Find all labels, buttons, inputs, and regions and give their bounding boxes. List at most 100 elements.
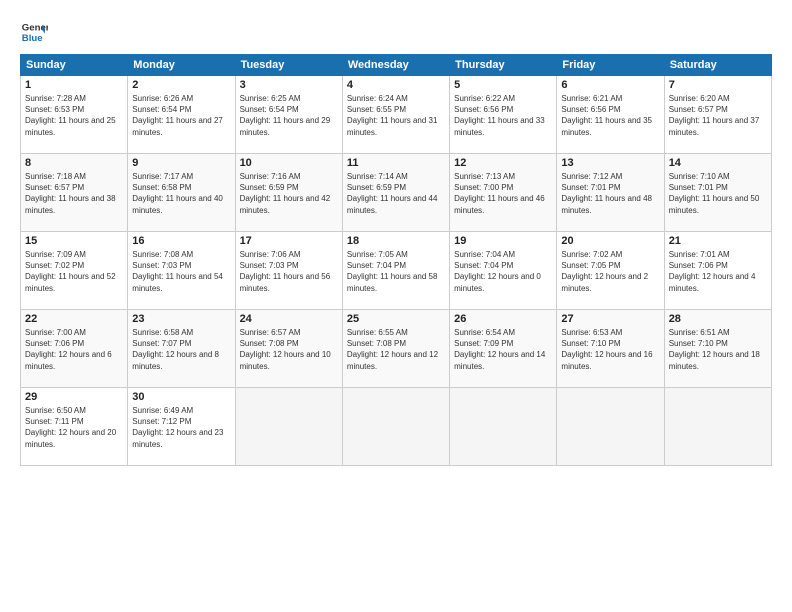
day-info: Sunrise: 6:25 AMSunset: 6:54 PMDaylight:… [240,93,338,138]
table-row: 17 Sunrise: 7:06 AMSunset: 7:03 PMDaylig… [235,232,342,310]
day-number: 25 [347,313,445,325]
table-row [450,388,557,466]
day-number: 15 [25,235,123,247]
day-number: 5 [454,79,552,91]
day-info: Sunrise: 7:08 AMSunset: 7:03 PMDaylight:… [132,249,230,294]
day-info: Sunrise: 6:57 AMSunset: 7:08 PMDaylight:… [240,327,338,372]
table-row: 14 Sunrise: 7:10 AMSunset: 7:01 PMDaylig… [664,154,771,232]
logo-icon: General Blue [20,18,48,46]
logo: General Blue [20,18,52,46]
table-row: 1 Sunrise: 7:28 AMSunset: 6:53 PMDayligh… [21,76,128,154]
table-row: 20 Sunrise: 7:02 AMSunset: 7:05 PMDaylig… [557,232,664,310]
day-info: Sunrise: 7:16 AMSunset: 6:59 PMDaylight:… [240,171,338,216]
table-row: 6 Sunrise: 6:21 AMSunset: 6:56 PMDayligh… [557,76,664,154]
day-number: 19 [454,235,552,247]
day-number: 7 [669,79,767,91]
header: General Blue [20,18,772,46]
day-info: Sunrise: 6:21 AMSunset: 6:56 PMDaylight:… [561,93,659,138]
day-info: Sunrise: 7:00 AMSunset: 7:06 PMDaylight:… [25,327,123,372]
table-row [235,388,342,466]
day-info: Sunrise: 6:22 AMSunset: 6:56 PMDaylight:… [454,93,552,138]
day-number: 16 [132,235,230,247]
day-number: 1 [25,79,123,91]
table-row [557,388,664,466]
day-info: Sunrise: 6:24 AMSunset: 6:55 PMDaylight:… [347,93,445,138]
day-number: 23 [132,313,230,325]
calendar-week-5: 29 Sunrise: 6:50 AMSunset: 7:11 PMDaylig… [21,388,772,466]
day-number: 2 [132,79,230,91]
calendar-week-2: 8 Sunrise: 7:18 AMSunset: 6:57 PMDayligh… [21,154,772,232]
day-info: Sunrise: 7:12 AMSunset: 7:01 PMDaylight:… [561,171,659,216]
table-row: 27 Sunrise: 6:53 AMSunset: 7:10 PMDaylig… [557,310,664,388]
header-tuesday: Tuesday [235,55,342,76]
header-thursday: Thursday [450,55,557,76]
calendar-week-1: 1 Sunrise: 7:28 AMSunset: 6:53 PMDayligh… [21,76,772,154]
table-row: 15 Sunrise: 7:09 AMSunset: 7:02 PMDaylig… [21,232,128,310]
day-number: 28 [669,313,767,325]
day-info: Sunrise: 7:05 AMSunset: 7:04 PMDaylight:… [347,249,445,294]
day-info: Sunrise: 7:01 AMSunset: 7:06 PMDaylight:… [669,249,767,294]
day-number: 21 [669,235,767,247]
day-info: Sunrise: 7:14 AMSunset: 6:59 PMDaylight:… [347,171,445,216]
table-row [664,388,771,466]
day-info: Sunrise: 7:28 AMSunset: 6:53 PMDaylight:… [25,93,123,138]
header-friday: Friday [557,55,664,76]
day-number: 4 [347,79,445,91]
day-number: 24 [240,313,338,325]
day-number: 22 [25,313,123,325]
weekday-header-row: Sunday Monday Tuesday Wednesday Thursday… [21,55,772,76]
header-saturday: Saturday [664,55,771,76]
table-row: 11 Sunrise: 7:14 AMSunset: 6:59 PMDaylig… [342,154,449,232]
table-row: 23 Sunrise: 6:58 AMSunset: 7:07 PMDaylig… [128,310,235,388]
table-row: 22 Sunrise: 7:00 AMSunset: 7:06 PMDaylig… [21,310,128,388]
table-row: 28 Sunrise: 6:51 AMSunset: 7:10 PMDaylig… [664,310,771,388]
day-info: Sunrise: 6:51 AMSunset: 7:10 PMDaylight:… [669,327,767,372]
day-info: Sunrise: 7:17 AMSunset: 6:58 PMDaylight:… [132,171,230,216]
table-row: 24 Sunrise: 6:57 AMSunset: 7:08 PMDaylig… [235,310,342,388]
header-monday: Monday [128,55,235,76]
day-number: 11 [347,157,445,169]
table-row: 4 Sunrise: 6:24 AMSunset: 6:55 PMDayligh… [342,76,449,154]
header-wednesday: Wednesday [342,55,449,76]
table-row: 21 Sunrise: 7:01 AMSunset: 7:06 PMDaylig… [664,232,771,310]
day-number: 9 [132,157,230,169]
svg-text:Blue: Blue [22,33,43,44]
day-info: Sunrise: 6:58 AMSunset: 7:07 PMDaylight:… [132,327,230,372]
day-number: 3 [240,79,338,91]
calendar-week-3: 15 Sunrise: 7:09 AMSunset: 7:02 PMDaylig… [21,232,772,310]
table-row: 7 Sunrise: 6:20 AMSunset: 6:57 PMDayligh… [664,76,771,154]
day-info: Sunrise: 7:10 AMSunset: 7:01 PMDaylight:… [669,171,767,216]
table-row: 19 Sunrise: 7:04 AMSunset: 7:04 PMDaylig… [450,232,557,310]
day-info: Sunrise: 6:20 AMSunset: 6:57 PMDaylight:… [669,93,767,138]
table-row: 26 Sunrise: 6:54 AMSunset: 7:09 PMDaylig… [450,310,557,388]
day-number: 13 [561,157,659,169]
calendar-week-4: 22 Sunrise: 7:00 AMSunset: 7:06 PMDaylig… [21,310,772,388]
calendar-table: Sunday Monday Tuesday Wednesday Thursday… [20,54,772,466]
day-number: 14 [669,157,767,169]
day-info: Sunrise: 6:54 AMSunset: 7:09 PMDaylight:… [454,327,552,372]
table-row: 3 Sunrise: 6:25 AMSunset: 6:54 PMDayligh… [235,76,342,154]
table-row: 25 Sunrise: 6:55 AMSunset: 7:08 PMDaylig… [342,310,449,388]
day-number: 12 [454,157,552,169]
day-number: 8 [25,157,123,169]
day-info: Sunrise: 7:18 AMSunset: 6:57 PMDaylight:… [25,171,123,216]
table-row: 29 Sunrise: 6:50 AMSunset: 7:11 PMDaylig… [21,388,128,466]
day-info: Sunrise: 7:13 AMSunset: 7:00 PMDaylight:… [454,171,552,216]
table-row: 10 Sunrise: 7:16 AMSunset: 6:59 PMDaylig… [235,154,342,232]
day-number: 26 [454,313,552,325]
table-row: 13 Sunrise: 7:12 AMSunset: 7:01 PMDaylig… [557,154,664,232]
day-number: 17 [240,235,338,247]
day-number: 6 [561,79,659,91]
table-row: 30 Sunrise: 6:49 AMSunset: 7:12 PMDaylig… [128,388,235,466]
table-row [342,388,449,466]
day-info: Sunrise: 7:06 AMSunset: 7:03 PMDaylight:… [240,249,338,294]
day-info: Sunrise: 7:04 AMSunset: 7:04 PMDaylight:… [454,249,552,294]
day-info: Sunrise: 6:50 AMSunset: 7:11 PMDaylight:… [25,405,123,450]
day-info: Sunrise: 7:09 AMSunset: 7:02 PMDaylight:… [25,249,123,294]
table-row: 12 Sunrise: 7:13 AMSunset: 7:00 PMDaylig… [450,154,557,232]
day-number: 27 [561,313,659,325]
page: General Blue Sunday Monday Tuesday Wedne… [0,0,792,612]
day-number: 20 [561,235,659,247]
table-row: 5 Sunrise: 6:22 AMSunset: 6:56 PMDayligh… [450,76,557,154]
header-sunday: Sunday [21,55,128,76]
